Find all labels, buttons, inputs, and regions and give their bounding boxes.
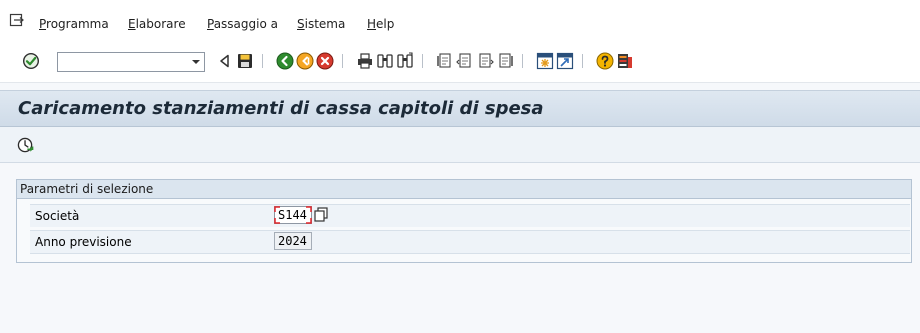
menu-sistema[interactable]: Sistema [297, 17, 345, 31]
next-page-icon[interactable] [476, 52, 494, 70]
toolbar-separator [522, 54, 523, 68]
title-bar: Caricamento stanziamenti di cassa capito… [0, 90, 920, 127]
copy-matchcode-icon[interactable] [312, 206, 330, 224]
group-header: Parametri di selezione [17, 180, 911, 199]
back-triangle-icon[interactable] [216, 52, 234, 70]
selection-parameters-group: Parametri di selezione Società Anno prev… [16, 179, 912, 263]
shortcut-icon[interactable] [556, 52, 574, 70]
toolbar-separator [342, 54, 343, 68]
application-toolbar [0, 127, 920, 163]
menu-elaborare[interactable]: Elaborare [128, 17, 186, 31]
societa-input[interactable] [274, 206, 312, 224]
field-label-societa: Società [35, 209, 80, 223]
help-icon[interactable] [596, 52, 614, 70]
first-page-icon[interactable] [436, 52, 454, 70]
group-title: Parametri di selezione [20, 182, 154, 196]
print-icon[interactable] [356, 52, 374, 70]
execute-icon[interactable] [17, 137, 34, 154]
enter-icon[interactable] [22, 52, 40, 70]
menu-logo-icon[interactable] [9, 12, 25, 28]
menu-bar: Programma Elaborare Passaggio a Sistema … [0, 0, 920, 40]
last-page-icon[interactable] [496, 52, 514, 70]
toolbar-separator [262, 54, 263, 68]
standard-toolbar [0, 40, 920, 83]
exit-icon[interactable] [296, 52, 314, 70]
field-row-societa: Società [30, 204, 910, 227]
create-session-icon[interactable] [536, 52, 554, 70]
anno-previsione-input[interactable] [274, 232, 312, 250]
find-icon[interactable] [376, 52, 394, 70]
field-row-anno-previsione: Anno previsione [30, 230, 910, 254]
layout-icon[interactable] [616, 52, 634, 70]
menu-passaggio-a[interactable]: Passaggio a [207, 17, 278, 31]
menu-programma[interactable]: Programma [39, 17, 109, 31]
toolbar-separator [422, 54, 423, 68]
command-field-dropdown-icon[interactable] [188, 53, 204, 71]
page-title: Caricamento stanziamenti di cassa capito… [18, 98, 544, 119]
previous-page-icon[interactable] [456, 52, 474, 70]
find-next-icon[interactable] [396, 52, 414, 70]
toolbar-separator [582, 54, 583, 68]
field-label-anno-previsione: Anno previsione [35, 235, 132, 249]
menu-help[interactable]: Help [367, 17, 394, 31]
save-icon[interactable] [236, 52, 254, 70]
command-field[interactable] [57, 52, 205, 72]
cancel-icon[interactable] [316, 52, 334, 70]
back-icon[interactable] [276, 52, 294, 70]
